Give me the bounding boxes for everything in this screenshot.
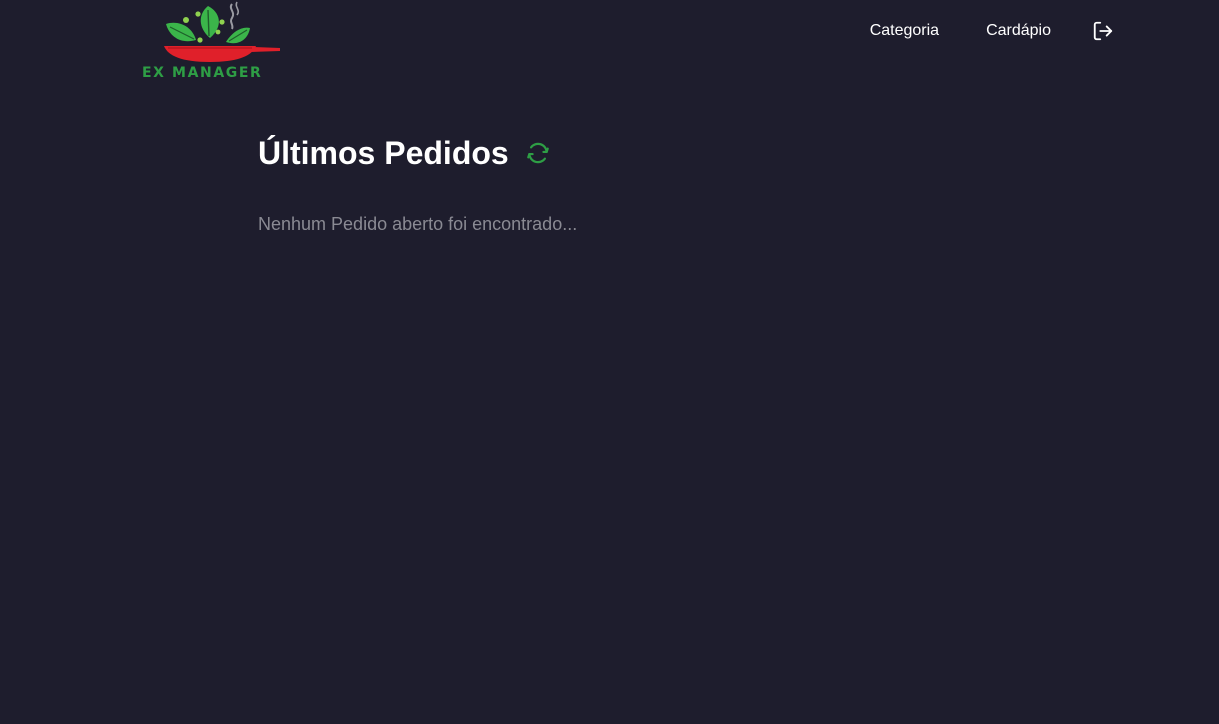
refresh-button[interactable] (525, 140, 551, 166)
title-row: Últimos Pedidos (258, 130, 958, 176)
refresh-icon (526, 142, 549, 164)
page: EX MANAGER Categoria Cardápio Últimos Pe… (0, 0, 1219, 724)
nav-link-categoria[interactable]: Categoria (870, 17, 939, 45)
empty-orders-message: Nenhum Pedido aberto foi encontrado... (258, 214, 578, 234)
app-header: EX MANAGER Categoria Cardápio (0, 0, 1219, 90)
logout-icon (1093, 21, 1113, 41)
page-title: Últimos Pedidos (258, 135, 509, 171)
top-nav: Categoria Cardápio (870, 17, 1115, 45)
logo-link[interactable]: EX MANAGER (138, 0, 284, 84)
logo-text: EX MANAGER (142, 65, 263, 81)
orders-section: Últimos Pedidos Nenhum Pedido aberto foi… (258, 130, 958, 236)
nav-link-cardapio[interactable]: Cardápio (986, 17, 1051, 45)
logout-button[interactable] (1091, 19, 1115, 43)
